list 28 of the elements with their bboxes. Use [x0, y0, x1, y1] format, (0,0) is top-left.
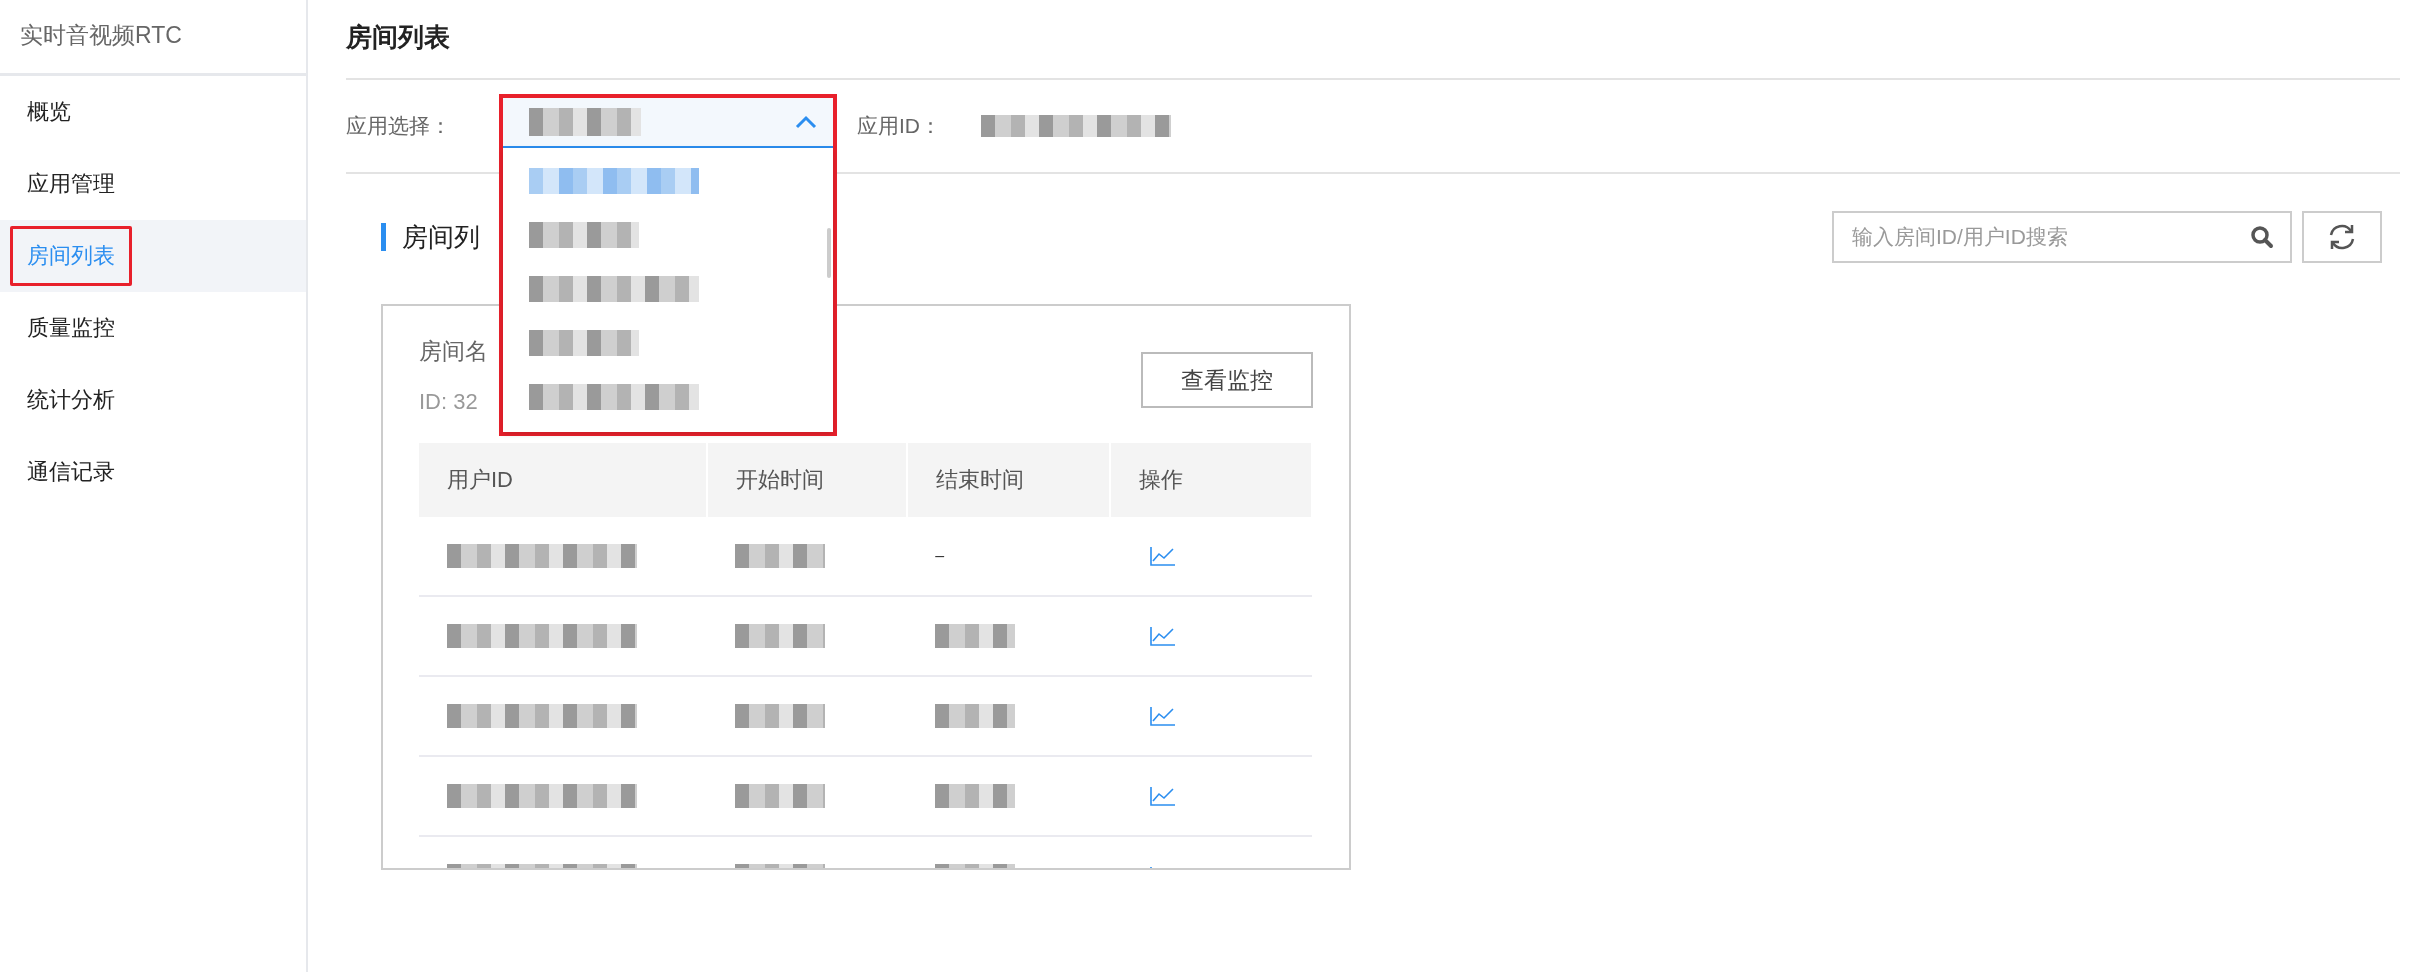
product-title: 实时音视频RTC — [0, 0, 306, 76]
room-name-label: 房间名 — [419, 337, 488, 366]
sidebar-item[interactable]: 统计分析 — [10, 370, 132, 430]
table-cell: – — [935, 547, 945, 565]
line-chart-icon[interactable] — [1149, 706, 1176, 726]
sidebar-item[interactable]: 应用管理 — [10, 154, 132, 214]
sidebar-item[interactable]: 通信记录 — [10, 442, 132, 502]
column-header: 操作 — [1138, 467, 1183, 492]
room-id: ID: 32 — [419, 389, 479, 415]
app-select[interactable] — [503, 98, 833, 148]
refresh-button[interactable] — [2302, 211, 2382, 263]
line-chart-icon[interactable] — [1149, 546, 1176, 566]
sidebar-item[interactable]: 质量监控 — [10, 298, 132, 358]
field-label: 应用ID： — [857, 113, 941, 139]
sidebar-item[interactable]: 概览 — [10, 82, 88, 142]
line-chart-icon[interactable] — [1149, 626, 1176, 646]
monitor-button[interactable]: 查看监控 — [1141, 352, 1313, 408]
section-title: 房间列 — [381, 223, 480, 251]
chevron-up-icon — [795, 115, 817, 129]
column-header: 结束时间 — [936, 467, 1025, 492]
search-icon — [2250, 225, 2274, 249]
page-title: 房间列表 — [346, 20, 450, 54]
line-chart-icon[interactable] — [1149, 786, 1176, 806]
field-label: 应用选择： — [346, 113, 451, 139]
column-header: 开始时间 — [736, 467, 825, 492]
refresh-icon — [2327, 223, 2357, 251]
search-field[interactable]: 输入房间ID/用户ID搜索 — [1832, 211, 2292, 263]
column-header: 用户ID — [447, 467, 513, 492]
